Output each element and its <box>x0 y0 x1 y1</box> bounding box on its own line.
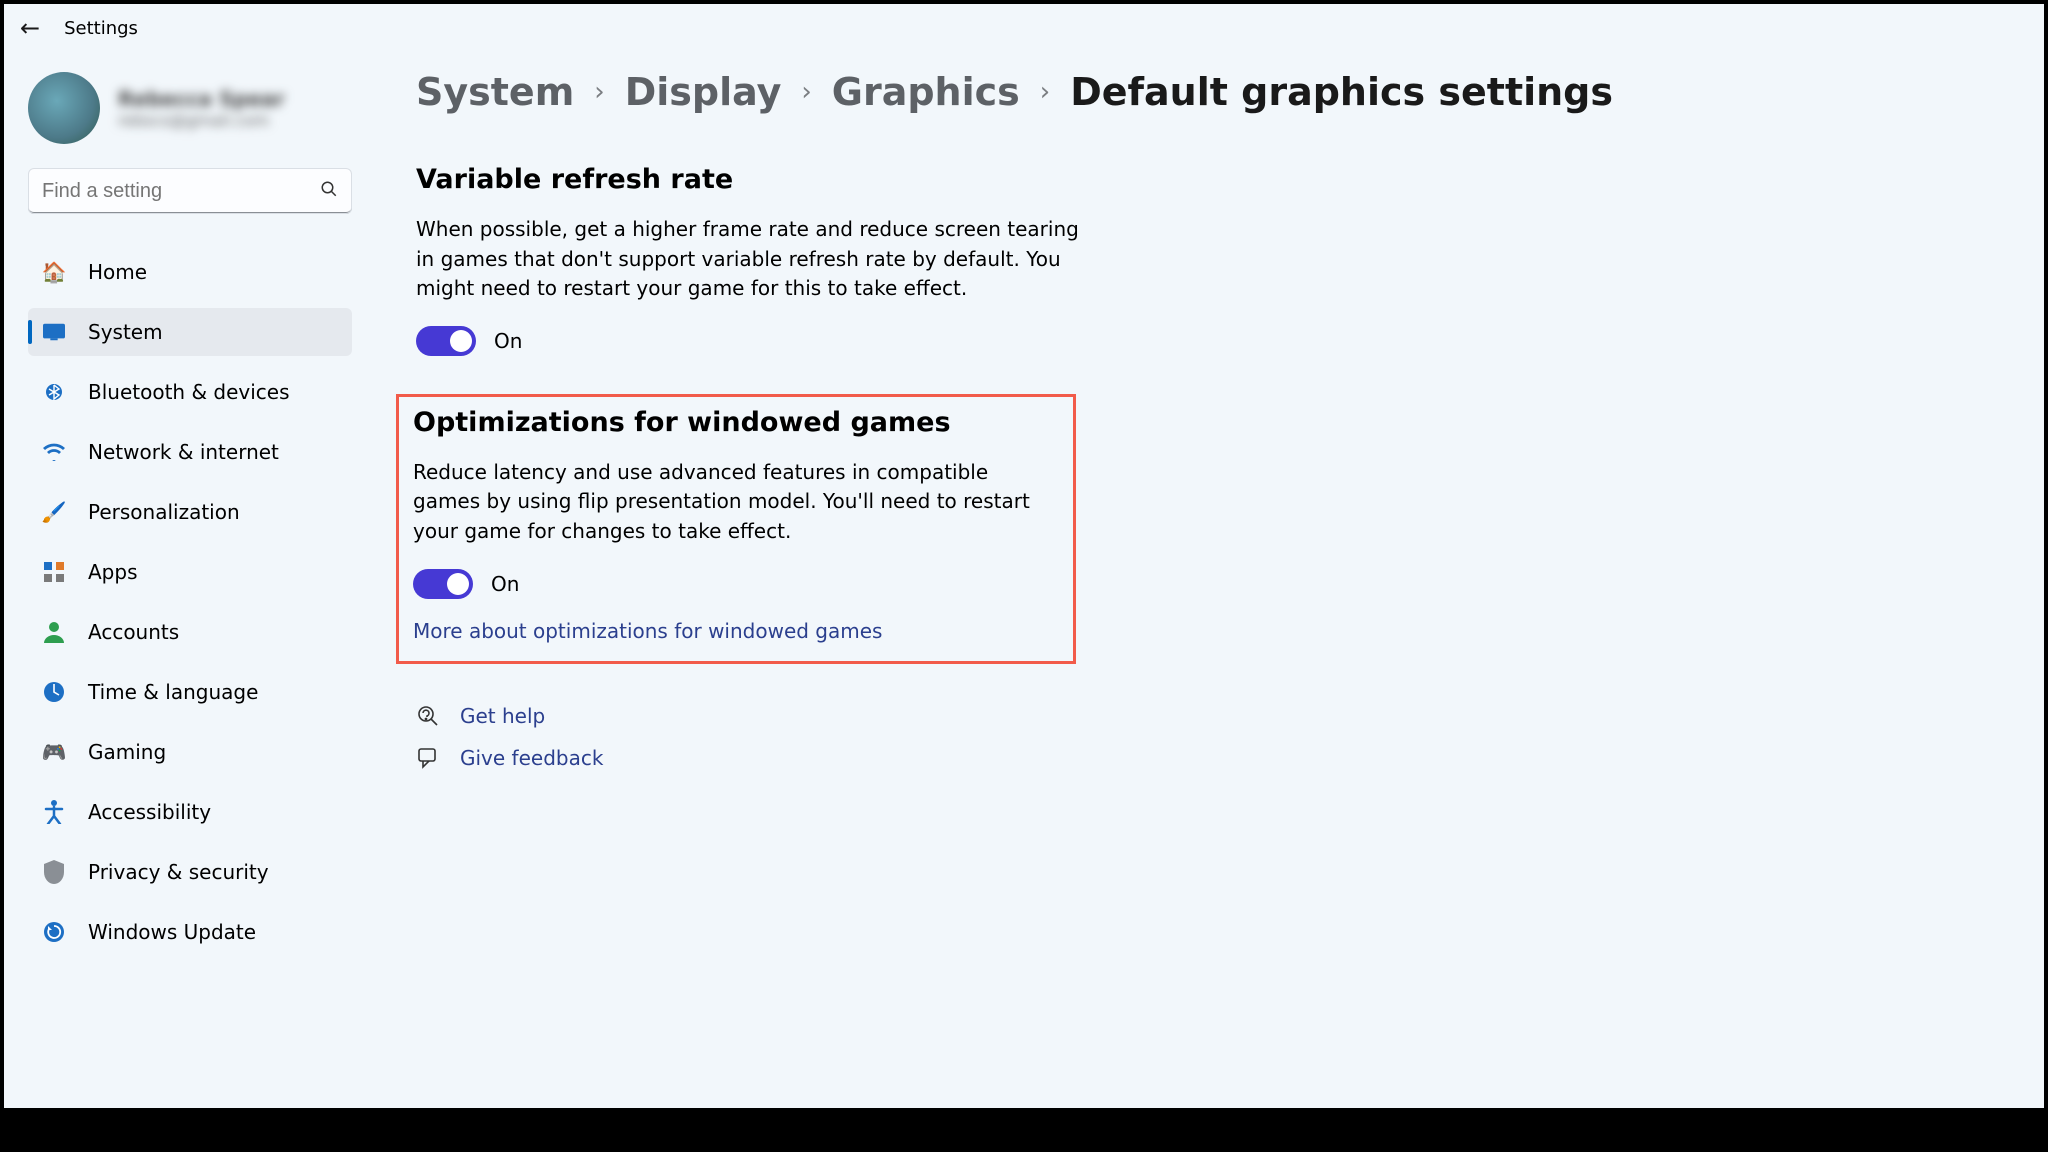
person-icon <box>42 620 66 644</box>
breadcrumb-current: Default graphics settings <box>1070 70 1613 114</box>
taskbar <box>0 1108 2048 1152</box>
profile-text: Rebecca Spear rebscs@gmail.com <box>118 87 285 130</box>
sidebar-item-time-language[interactable]: Time & language <box>28 668 352 716</box>
sidebar-item-label: Accessibility <box>88 800 211 824</box>
app-title: Settings <box>64 18 138 39</box>
nav-list: 🏠 Home System Bluetooth & devices <box>28 248 352 968</box>
profile-block[interactable]: Rebecca Spear rebscs@gmail.com <box>28 60 352 168</box>
sidebar-item-windows-update[interactable]: Windows Update <box>28 908 352 956</box>
owg-toggle[interactable] <box>413 569 473 599</box>
section-heading: Optimizations for windowed games <box>413 407 1059 438</box>
chevron-right-icon: › <box>801 77 811 107</box>
gamepad-icon: 🎮 <box>42 740 66 764</box>
sidebar-item-apps[interactable]: Apps <box>28 548 352 596</box>
sidebar-item-label: Accounts <box>88 620 179 644</box>
section-optimizations-windowed-games: Optimizations for windowed games Reduce … <box>396 394 1076 664</box>
breadcrumb-graphics[interactable]: Graphics <box>832 70 1020 114</box>
sidebar-item-system[interactable]: System <box>28 308 352 356</box>
search-wrap <box>28 168 352 214</box>
sidebar-item-label: Home <box>88 260 147 284</box>
vrr-toggle-state: On <box>494 329 522 353</box>
chevron-right-icon: › <box>594 77 604 107</box>
profile-email: rebscs@gmail.com <box>118 111 285 130</box>
system-icon <box>42 320 66 344</box>
sidebar-item-label: Windows Update <box>88 920 256 944</box>
breadcrumb: System › Display › Graphics › Default gr… <box>416 70 2004 114</box>
brush-icon: 🖌️ <box>42 500 66 524</box>
chevron-right-icon: › <box>1040 77 1050 107</box>
bluetooth-icon <box>42 380 66 404</box>
sidebar-item-bluetooth[interactable]: Bluetooth & devices <box>28 368 352 416</box>
help-icon <box>416 704 440 728</box>
section-variable-refresh-rate: Variable refresh rate When possible, get… <box>416 154 1096 374</box>
globe-clock-icon <box>42 680 66 704</box>
breadcrumb-system[interactable]: System <box>416 70 574 114</box>
give-feedback-label: Give feedback <box>460 746 603 770</box>
owg-toggle-state: On <box>491 572 519 596</box>
sidebar-item-gaming[interactable]: 🎮 Gaming <box>28 728 352 776</box>
back-arrow-icon[interactable]: ← <box>20 14 40 42</box>
section-heading: Variable refresh rate <box>416 164 1096 195</box>
give-feedback-link[interactable]: Give feedback <box>416 746 2004 770</box>
update-icon <box>42 920 66 944</box>
get-help-label: Get help <box>460 704 545 728</box>
sidebar-item-label: Bluetooth & devices <box>88 380 290 404</box>
feedback-icon <box>416 746 440 770</box>
sidebar-item-network[interactable]: Network & internet <box>28 428 352 476</box>
sidebar-item-privacy-security[interactable]: Privacy & security <box>28 848 352 896</box>
sidebar-item-label: Time & language <box>88 680 258 704</box>
sidebar-item-personalization[interactable]: 🖌️ Personalization <box>28 488 352 536</box>
titlebar: ← Settings <box>4 4 2044 52</box>
sidebar-item-home[interactable]: 🏠 Home <box>28 248 352 296</box>
search-icon[interactable] <box>320 179 338 203</box>
avatar <box>28 72 100 144</box>
sidebar-item-label: Gaming <box>88 740 166 764</box>
apps-icon <box>42 560 66 584</box>
sidebar-item-label: Apps <box>88 560 138 584</box>
sidebar-item-accessibility[interactable]: Accessibility <box>28 788 352 836</box>
search-input[interactable] <box>28 168 352 214</box>
owg-more-link[interactable]: More about optimizations for windowed ga… <box>413 619 882 643</box>
sidebar-item-label: Personalization <box>88 500 240 524</box>
sidebar-item-label: Privacy & security <box>88 860 269 884</box>
wifi-icon <box>42 440 66 464</box>
sidebar-item-accounts[interactable]: Accounts <box>28 608 352 656</box>
shield-icon <box>42 860 66 884</box>
profile-name: Rebecca Spear <box>118 87 285 111</box>
sidebar-item-label: System <box>88 320 163 344</box>
main-content: System › Display › Graphics › Default gr… <box>364 52 2044 1108</box>
sidebar: Rebecca Spear rebscs@gmail.com 🏠 Home <box>4 52 364 1108</box>
section-description: When possible, get a higher frame rate a… <box>416 215 1096 304</box>
help-links: Get help Give feedback <box>416 704 2004 770</box>
get-help-link[interactable]: Get help <box>416 704 2004 728</box>
section-description: Reduce latency and use advanced features… <box>413 458 1059 547</box>
sidebar-item-label: Network & internet <box>88 440 279 464</box>
home-icon: 🏠 <box>42 260 66 284</box>
vrr-toggle[interactable] <box>416 326 476 356</box>
breadcrumb-display[interactable]: Display <box>625 70 782 114</box>
accessibility-icon <box>42 800 66 824</box>
